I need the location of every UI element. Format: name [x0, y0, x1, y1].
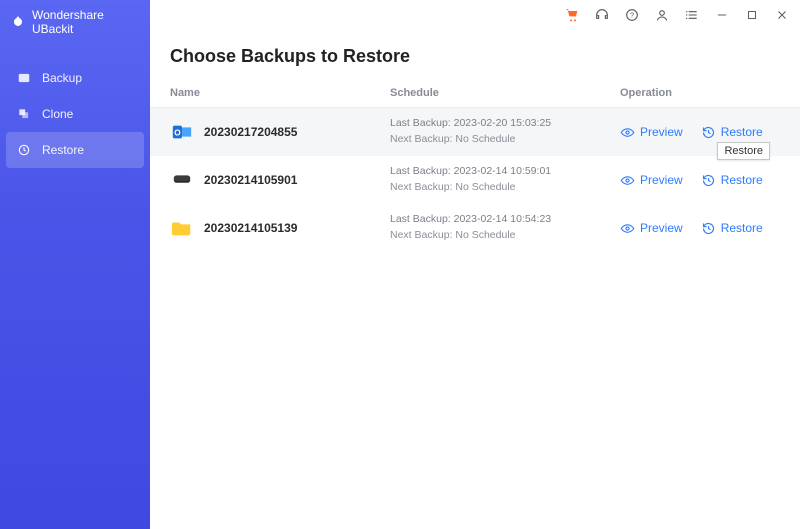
disk-icon [170, 168, 194, 192]
table-row[interactable]: 20230214105139 Last Backup: 2023-02-14 1… [150, 204, 800, 252]
column-headers: Name Schedule Operation [150, 87, 800, 108]
backup-name: 20230217204855 [204, 125, 297, 139]
sidebar-item-backup[interactable]: Backup [0, 60, 150, 96]
main-panel: ? Choose Backups to Restore Name Schedul… [150, 0, 800, 529]
outlook-icon: O [170, 120, 194, 144]
history-icon [701, 173, 716, 188]
restore-icon [16, 142, 32, 158]
sidebar-item-restore[interactable]: Restore [6, 132, 144, 168]
menu-icon[interactable] [684, 7, 700, 23]
svg-text:?: ? [630, 11, 634, 20]
restore-label: Restore [721, 221, 763, 235]
app-logo-icon [10, 14, 26, 30]
last-backup-text: Last Backup: 2023-02-14 10:59:01 [390, 164, 620, 180]
backup-name: 20230214105901 [204, 173, 297, 187]
folder-icon [170, 216, 194, 240]
eye-icon [620, 173, 635, 188]
svg-text:O: O [174, 129, 181, 138]
sidebar-item-clone[interactable]: Clone [0, 96, 150, 132]
headset-icon[interactable] [594, 7, 610, 23]
restore-button[interactable]: Restore [701, 125, 763, 140]
schedule-cell: Last Backup: 2023-02-14 10:54:23 Next Ba… [390, 212, 620, 244]
preview-button[interactable]: Preview [620, 221, 683, 236]
user-icon[interactable] [654, 7, 670, 23]
history-icon [701, 221, 716, 236]
sidebar-item-label: Backup [42, 71, 82, 85]
last-backup-text: Last Backup: 2023-02-20 15:03:25 [390, 116, 620, 132]
backup-name: 20230214105139 [204, 221, 297, 235]
preview-button[interactable]: Preview [620, 125, 683, 140]
restore-label: Restore [721, 125, 763, 139]
sidebar: Wondershare UBackit Backup Clone Restore [0, 0, 150, 529]
sidebar-item-label: Clone [42, 107, 73, 121]
maximize-icon[interactable] [744, 7, 760, 23]
app-title: Wondershare UBackit [32, 8, 140, 36]
schedule-cell: Last Backup: 2023-02-14 10:59:01 Next Ba… [390, 164, 620, 196]
next-backup-text: Next Backup: No Schedule [390, 228, 620, 244]
clone-icon [16, 106, 32, 122]
next-backup-text: Next Backup: No Schedule [390, 132, 620, 148]
restore-button[interactable]: Restore [701, 221, 763, 236]
cart-icon[interactable] [564, 7, 580, 23]
schedule-cell: Last Backup: 2023-02-20 15:03:25 Next Ba… [390, 116, 620, 148]
page-title: Choose Backups to Restore [150, 30, 800, 87]
preview-label: Preview [640, 173, 683, 187]
restore-button[interactable]: Restore [701, 173, 763, 188]
column-header-schedule: Schedule [390, 87, 620, 99]
last-backup-text: Last Backup: 2023-02-14 10:54:23 [390, 212, 620, 228]
next-backup-text: Next Backup: No Schedule [390, 180, 620, 196]
table-row[interactable]: 20230214105901 Last Backup: 2023-02-14 1… [150, 156, 800, 204]
table-row[interactable]: O 20230217204855 Last Backup: 2023-02-20… [150, 108, 800, 156]
minimize-icon[interactable] [714, 7, 730, 23]
column-header-operation: Operation [620, 87, 780, 99]
eye-icon [620, 221, 635, 236]
titlebar: ? [150, 0, 800, 30]
column-header-name: Name [170, 87, 390, 99]
backup-list: O 20230217204855 Last Backup: 2023-02-20… [150, 108, 800, 252]
app-brand: Wondershare UBackit [0, 0, 150, 50]
preview-button[interactable]: Preview [620, 173, 683, 188]
help-icon[interactable]: ? [624, 7, 640, 23]
sidebar-nav: Backup Clone Restore [0, 60, 150, 168]
eye-icon [620, 125, 635, 140]
preview-label: Preview [640, 125, 683, 139]
backup-icon [16, 70, 32, 86]
sidebar-item-label: Restore [42, 143, 84, 157]
restore-label: Restore [721, 173, 763, 187]
history-icon [701, 125, 716, 140]
preview-label: Preview [640, 221, 683, 235]
close-icon[interactable] [774, 7, 790, 23]
